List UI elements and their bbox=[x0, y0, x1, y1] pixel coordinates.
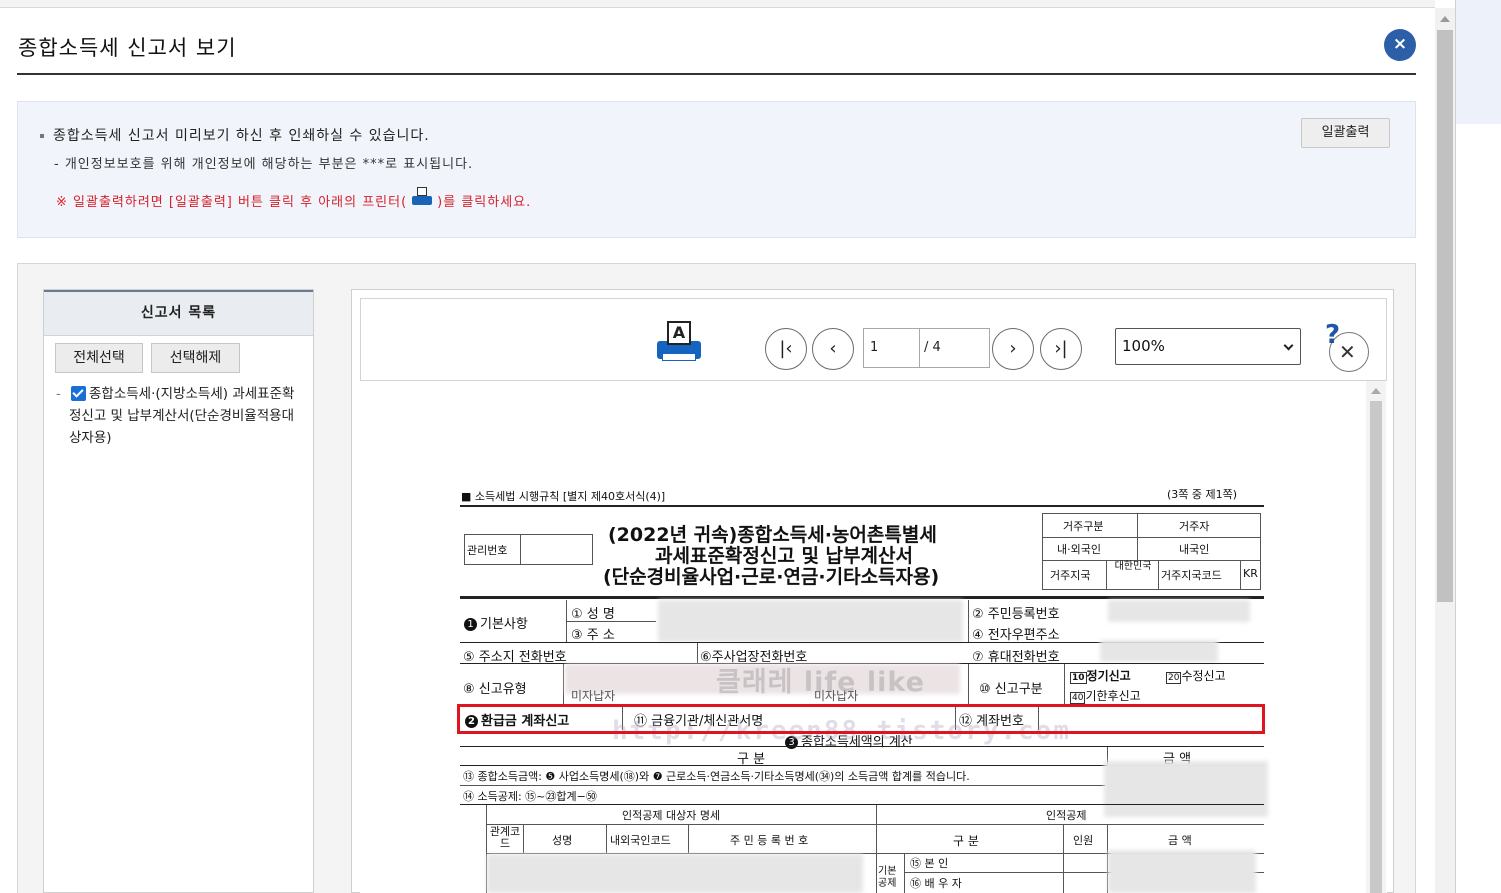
select-all-button[interactable]: 전체선택 bbox=[55, 343, 143, 373]
deselect-all-button[interactable]: 선택해제 bbox=[151, 343, 240, 373]
close-button[interactable]: × bbox=[1384, 29, 1416, 61]
scroll-thumb[interactable] bbox=[1370, 401, 1382, 893]
printer-icon[interactable]: A bbox=[657, 321, 703, 363]
help-icon[interactable]: ✕ ? bbox=[1325, 320, 1371, 372]
next-page-icon[interactable]: › bbox=[992, 328, 1034, 370]
page: 종합소득세 신고서 보기 × 종합소득세 신고서 미리보기 하신 후 인쇄하실 … bbox=[0, 0, 1501, 893]
report-viewer: A |‹ ‹ 1 / 4 › ›| 100% ✕ ? bbox=[351, 289, 1394, 893]
scroll-up-icon[interactable] bbox=[1440, 16, 1450, 22]
scroll-up-icon[interactable] bbox=[1371, 388, 1381, 394]
title-divider bbox=[17, 73, 1416, 75]
report-checkbox[interactable] bbox=[71, 386, 86, 401]
dialog-title: 종합소득세 신고서 보기 bbox=[18, 36, 237, 60]
page-total: / 4 bbox=[920, 328, 990, 368]
window-scrollbar[interactable] bbox=[1435, 8, 1455, 893]
chevron-down-icon bbox=[1283, 340, 1294, 351]
document-scrollbar[interactable] bbox=[1366, 381, 1386, 893]
background-page-strip bbox=[1455, 0, 1501, 893]
first-page-icon[interactable]: |‹ bbox=[765, 328, 807, 370]
info-bulk-print-text: ※ 일괄출력하려면 [일괄출력] 버튼 클릭 후 아래의 프린터()를 클릭하세… bbox=[56, 187, 531, 210]
info-preview-text: 종합소득세 신고서 미리보기 하신 후 인쇄하실 수 있습니다. bbox=[40, 125, 430, 145]
bulk-print-button[interactable]: 일괄출력 bbox=[1301, 118, 1390, 148]
last-page-icon[interactable]: ›| bbox=[1040, 328, 1082, 370]
printer-icon bbox=[411, 187, 433, 209]
report-list-title: 신고서 목록 bbox=[44, 290, 313, 336]
report-list-panel: 신고서 목록 전체선택 선택해제 - 종합소득세·(지방소득세) 과세표준확정신… bbox=[43, 289, 314, 893]
info-box: 종합소득세 신고서 미리보기 하신 후 인쇄하실 수 있습니다. - 개인정보보… bbox=[17, 101, 1416, 238]
viewer-toolbar: A |‹ ‹ 1 / 4 › ›| 100% ✕ ? bbox=[360, 298, 1387, 381]
scroll-thumb[interactable] bbox=[1437, 30, 1453, 602]
list-item[interactable]: - 종합소득세·(지방소득세) 과세표준확정신고 및 납부계산서(단순경비율적용… bbox=[56, 383, 306, 449]
page-number-input[interactable]: 1 bbox=[863, 328, 920, 368]
browser-top-strip bbox=[0, 0, 1435, 8]
info-privacy-text: - 개인정보보호를 위해 개인정보에 해당하는 부분은 ***로 표시됩니다. bbox=[54, 157, 474, 172]
document-area bbox=[360, 381, 1387, 893]
list-item-label: 종합소득세·(지방소득세) 과세표준확정신고 및 납부계산서(단순경비율적용대상… bbox=[69, 386, 295, 446]
zoom-select[interactable]: 100% bbox=[1115, 328, 1301, 365]
refund-account-highlight bbox=[457, 704, 1265, 734]
prev-page-icon[interactable]: ‹ bbox=[812, 328, 854, 370]
